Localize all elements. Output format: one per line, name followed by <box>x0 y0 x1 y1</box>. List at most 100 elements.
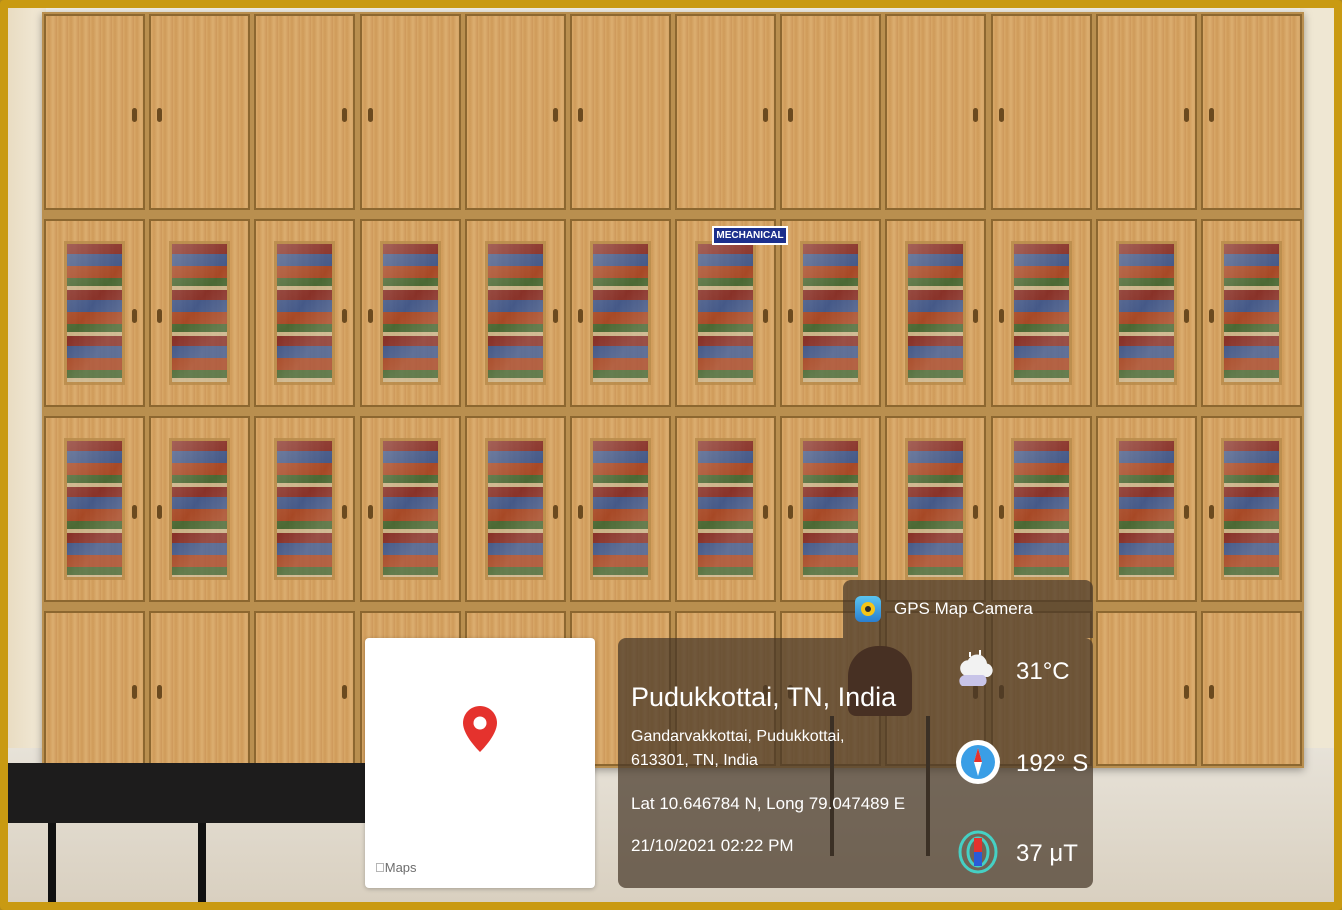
door-handle <box>157 684 163 699</box>
door-handle <box>1208 309 1214 323</box>
photo-frame: MECHANICAL Maps GPS Map Camera Pudukkot… <box>0 0 1342 910</box>
cabinet-door <box>780 14 882 210</box>
maps-label: Maps <box>375 860 417 875</box>
cabinet-sign: MECHANICAL <box>712 226 788 245</box>
door-handle <box>552 505 558 519</box>
datetime: 21/10/2021 02:22 PM <box>631 836 794 855</box>
cabinet-door <box>149 416 251 602</box>
door-handle <box>577 505 583 519</box>
bookshelf-glass <box>274 438 336 580</box>
cabinet-door <box>149 611 251 766</box>
door-handle <box>157 108 163 122</box>
door-handle <box>342 505 348 519</box>
door-handle <box>788 309 794 323</box>
bookshelf-glass <box>1115 241 1177 385</box>
door-handle <box>973 309 979 323</box>
app-badge: GPS Map Camera <box>843 580 1093 638</box>
cabinet-door <box>44 611 146 766</box>
magnetic-field-icon <box>958 830 998 874</box>
cabinet-door <box>1095 219 1197 407</box>
app-name: GPS Map Camera <box>894 599 1033 618</box>
bookshelf-glass <box>274 241 336 385</box>
bookshelf-glass <box>169 241 231 385</box>
door-handle <box>788 505 794 519</box>
door-handle <box>1208 684 1214 699</box>
door-handle <box>998 505 1004 519</box>
cabinet-door <box>44 416 146 602</box>
door-handle <box>763 309 769 323</box>
compass-value: 192° S <box>1016 750 1089 777</box>
bookshelf-glass <box>1220 438 1282 580</box>
door-handle <box>998 309 1004 323</box>
door-handle <box>763 505 769 519</box>
door-handle <box>788 108 794 122</box>
cabinet-door <box>254 219 356 407</box>
cabinet-door <box>1095 14 1197 210</box>
cabinet-door <box>885 219 987 407</box>
cabinet-door <box>254 416 356 602</box>
cabinet-door <box>675 14 777 210</box>
cabinet-door <box>464 219 566 407</box>
cabinet-door <box>149 14 251 210</box>
door-handle <box>157 309 163 323</box>
table-leg <box>198 823 206 902</box>
door-handle <box>577 108 583 122</box>
cabinet-door <box>990 14 1092 210</box>
door-handle <box>342 684 348 699</box>
cabinet-door <box>44 14 146 210</box>
door-handle <box>1183 108 1189 122</box>
bookshelf-glass <box>800 241 862 385</box>
cabinet-door <box>1200 611 1302 766</box>
bookshelf-glass <box>1220 241 1282 385</box>
bookshelf-glass <box>379 241 441 385</box>
cabinet-door <box>1095 416 1197 602</box>
cabinet-door <box>1200 14 1302 210</box>
door-handle <box>342 309 348 323</box>
map-pin-icon <box>463 706 497 752</box>
compass-icon <box>956 740 1000 784</box>
bookshelf-glass <box>64 438 126 580</box>
lat-long: Lat 10.646784 N, Long 79.047489 E <box>631 794 906 813</box>
door-handle <box>1208 505 1214 519</box>
bookshelf-glass <box>484 438 546 580</box>
door-handle <box>367 309 373 323</box>
cabinet-door <box>569 14 671 210</box>
cabinet-door <box>990 416 1092 602</box>
temperature-value: 31°C <box>1016 658 1070 685</box>
door-handle <box>1183 684 1189 699</box>
cabinet-door <box>254 611 356 766</box>
door-handle <box>342 108 348 122</box>
reading-table <box>8 763 368 823</box>
cabinet-door <box>1200 416 1302 602</box>
cabinet-door <box>780 416 882 602</box>
bookshelf-glass <box>695 241 757 385</box>
table-leg <box>48 823 56 902</box>
cabinet-door <box>885 14 987 210</box>
bookshelf-glass <box>1010 241 1072 385</box>
cabinet-door <box>1095 611 1197 766</box>
address-line-1: Gandarvakkottai, Pudukkottai, <box>631 728 845 745</box>
cabinet-door <box>464 14 566 210</box>
cabinet-door <box>44 219 146 407</box>
cabinet-door <box>569 416 671 602</box>
cabinet-door <box>780 219 882 407</box>
cabinet-door <box>464 416 566 602</box>
cabinet-door <box>675 219 777 407</box>
bookshelf-glass <box>1115 438 1177 580</box>
cabinet-door <box>990 219 1092 407</box>
cabinet-door <box>254 14 356 210</box>
door-handle <box>367 108 373 122</box>
bookshelf-glass <box>484 241 546 385</box>
door-handle <box>1183 309 1189 323</box>
door-handle <box>132 309 138 323</box>
bookshelf-glass <box>64 241 126 385</box>
door-handle <box>577 309 583 323</box>
maps-logo: Maps <box>375 860 417 875</box>
cabinet-door <box>149 219 251 407</box>
map-thumbnail[interactable]: Maps <box>365 638 595 888</box>
door-handle <box>552 309 558 323</box>
bookshelf-glass <box>169 438 231 580</box>
cabinet-door <box>359 14 461 210</box>
door-handle <box>1183 505 1189 519</box>
apple-logo-icon:  <box>375 860 385 875</box>
